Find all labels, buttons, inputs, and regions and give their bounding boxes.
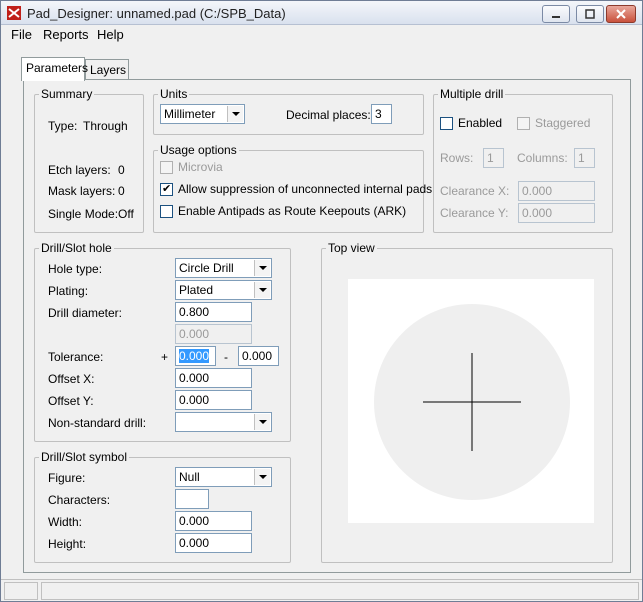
multiple-drill-enabled-label: Enabled [458,116,503,130]
offset-y-label: Offset Y: [48,394,94,408]
pad-preview [374,304,570,500]
figure-value: Null [179,470,200,484]
clearance-y-label: Clearance Y: [440,206,509,220]
offset-x-label: Offset X: [48,372,95,386]
clearance-y-input[interactable]: 0.000 [518,203,595,223]
characters-label: Characters: [48,493,111,507]
maximize-button[interactable] [576,5,604,23]
mask-layers-value: 0 [118,184,125,198]
clearance-x-input[interactable]: 0.000 [518,181,595,201]
etch-layers-value: 0 [118,163,125,177]
tolerance-label: Tolerance: [48,350,104,364]
units-select-value: Millimeter [164,107,216,121]
pad-designer-app-icon [7,6,21,20]
drill-hole-legend: Drill/Slot hole [41,241,112,255]
single-mode-label: Single Mode: [48,207,119,221]
tolerance-plus-sign: + [161,350,169,364]
non-standard-drill-label: Non-standard drill: [48,416,147,430]
symbol-height-input[interactable]: 0.000 [175,533,252,553]
chevron-down-icon[interactable] [227,106,243,122]
allow-suppression-label: Allow suppression of unconnected interna… [178,182,433,196]
tolerance-minus-input[interactable]: 0.000 [238,346,279,366]
figure-select[interactable]: Null [175,467,272,487]
microvia-label: Microvia [178,160,223,174]
hole-type-label: Hole type: [48,262,103,276]
tolerance-minus-sign: - [224,350,228,364]
summary-legend: Summary [41,87,93,101]
minimize-button[interactable] [542,5,570,23]
close-icon [616,9,626,19]
drill-diameter-input[interactable]: 0.800 [175,302,252,322]
chevron-down-icon[interactable] [254,469,270,485]
status-cell-main [41,582,639,600]
close-button[interactable] [606,5,636,23]
microvia-checkbox[interactable] [160,161,173,174]
minimize-icon [552,16,560,18]
mask-layers-label: Mask layers: [48,184,116,198]
staggered-label: Staggered [535,116,591,130]
tab-parameters[interactable]: Parameters [21,57,88,81]
top-view-legend: Top view [328,241,375,255]
staggered-checkbox[interactable] [517,117,530,130]
clearance-x-label: Clearance X: [440,184,510,198]
menu-reports[interactable]: Reports [43,27,89,42]
plating-value: Plated [179,283,214,297]
plating-select[interactable]: Plated [175,280,272,300]
maximize-icon [585,9,595,19]
status-cell-left [4,582,38,600]
multiple-drill-legend: Multiple drill [440,87,504,101]
tolerance-plus-input[interactable]: 0.000 [175,346,216,366]
allow-suppression-checkbox[interactable] [160,182,173,196]
drill-diameter-label: Drill diameter: [48,306,123,320]
rows-label: Rows: [440,151,474,165]
characters-input[interactable] [175,489,209,509]
non-standard-drill-select[interactable] [175,412,272,432]
single-mode-value: Off [118,207,134,221]
drill-diameter-secondary-input[interactable]: 0.000 [175,324,252,344]
symbol-width-input[interactable]: 0.000 [175,511,252,531]
hole-type-select[interactable]: Circle Drill [175,258,272,278]
symbol-width-label: Width: [48,515,83,529]
menu-bar: File Reports Help [1,25,642,45]
tolerance-plus-selected-text: 0.000 [179,349,210,363]
decimal-places-input[interactable]: 3 [371,104,392,124]
hole-type-value: Circle Drill [179,261,234,275]
menu-file[interactable]: File [11,27,32,42]
usage-options-legend: Usage options [160,143,237,157]
plating-label: Plating: [48,284,89,298]
offset-x-input[interactable]: 0.000 [175,368,252,388]
etch-layers-label: Etch layers: [48,163,111,177]
type-value: Through [83,119,128,133]
chevron-down-icon[interactable] [254,260,270,276]
chevron-down-icon[interactable] [254,414,270,430]
figure-label: Figure: [48,471,86,485]
type-label: Type: [48,119,78,133]
multiple-drill-enabled-checkbox[interactable] [440,117,453,130]
drill-symbol-legend: Drill/Slot symbol [41,450,128,464]
units-select[interactable]: Millimeter [160,104,245,124]
offset-y-input[interactable]: 0.000 [175,390,252,410]
app-window: Pad_Designer: unnamed.pad (C:/SPB_Data) … [0,0,643,602]
status-bar [1,579,642,601]
title-bar[interactable]: Pad_Designer: unnamed.pad (C:/SPB_Data) [1,1,642,25]
decimal-places-label: Decimal places: [286,108,371,122]
tab-layers[interactable]: Layers [85,59,129,81]
antipads-ark-label: Enable Antipads as Route Keepouts (ARK) [178,204,407,218]
menu-help[interactable]: Help [97,27,124,42]
rows-input[interactable]: 1 [483,148,504,168]
chevron-down-icon[interactable] [254,282,270,298]
antipads-ark-checkbox[interactable] [160,205,173,218]
top-view-canvas [348,279,594,523]
columns-input[interactable]: 1 [574,148,595,168]
window-title: Pad_Designer: unnamed.pad (C:/SPB_Data) [27,6,286,21]
columns-label: Columns: [517,151,568,165]
symbol-height-label: Height: [48,537,87,551]
units-legend: Units [160,87,188,101]
